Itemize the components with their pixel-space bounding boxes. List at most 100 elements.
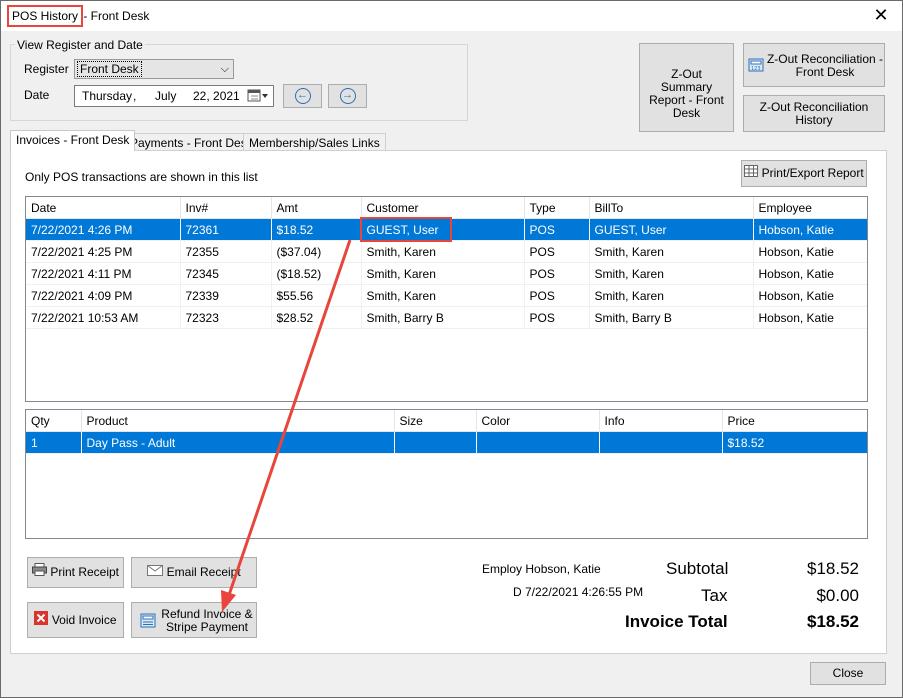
- cell-invoice-number: 72339: [180, 284, 272, 307]
- subtotal-label: Subtotal: [666, 559, 729, 578]
- arrow-right-icon: →: [339, 88, 356, 104]
- cell-type: POS: [524, 306, 590, 329]
- cell-amount: $18.52: [271, 218, 362, 241]
- date-day-year[interactable]: 22, 2021: [193, 89, 240, 103]
- cell-date: 7/22/2021 4:11 PM: [26, 262, 181, 285]
- title-bar: POS History - Front Desk ✕: [1, 1, 902, 31]
- void-invoice-label: Void Invoice: [51, 613, 117, 627]
- cell-date: 7/22/2021 10:53 AM: [26, 306, 181, 329]
- zout-reconciliation-button[interactable]: 123 Z-Out Reconciliation - Front Desk: [743, 43, 885, 87]
- cell-amount: ($18.52): [271, 262, 362, 285]
- cell-info: [599, 431, 723, 454]
- register-select[interactable]: Front Desk ⌵: [74, 59, 234, 79]
- refund-invoice-stripe-button[interactable]: Refund Invoice & Stripe Payment: [131, 602, 257, 638]
- cell-employee: Hobson, Katie: [753, 218, 867, 241]
- invoice-total-value: $18.52: [807, 612, 859, 631]
- col-header-employee[interactable]: Employee: [753, 197, 867, 219]
- col-header-date[interactable]: Date: [26, 197, 181, 219]
- tax-value: $0.00: [816, 586, 859, 605]
- view-register-group: [10, 44, 468, 121]
- invoice-row[interactable]: 7/22/2021 10:53 AM 72323 $28.52 Smith, B…: [26, 306, 867, 329]
- col-header-info[interactable]: Info: [599, 410, 723, 432]
- cell-date: 7/22/2021 4:09 PM: [26, 284, 181, 307]
- summary-employee: Employ Hobson, Katie: [482, 562, 601, 576]
- col-header-amount[interactable]: Amt: [271, 197, 362, 219]
- cell-customer: Smith, Karen: [361, 262, 525, 285]
- print-export-report-button[interactable]: Print/Export Report: [741, 160, 867, 187]
- col-header-customer[interactable]: Customer: [361, 197, 525, 219]
- zout-reconciliation-history-button[interactable]: Z-Out Reconciliation History: [743, 95, 885, 132]
- cell-date: 7/22/2021 4:26 PM: [26, 218, 181, 241]
- print-receipt-label: Print Receipt: [50, 565, 120, 579]
- tab-invoices[interactable]: Invoices - Front Desk: [10, 130, 136, 151]
- col-header-type[interactable]: Type: [524, 197, 590, 219]
- invoice-row[interactable]: 7/22/2021 4:11 PM 72345 ($18.52) Smith, …: [26, 262, 867, 285]
- invoice-total-label: Invoice Total: [625, 612, 728, 631]
- void-x-icon: [34, 604, 49, 638]
- printer-icon: [31, 558, 47, 587]
- refund-label-line2: Stripe Payment: [165, 620, 249, 634]
- cell-employee: Hobson, Katie: [753, 306, 867, 329]
- cell-billto: Smith, Barry B: [589, 306, 754, 329]
- svg-text:123: 123: [751, 66, 761, 72]
- zout-reconciliation-history-label: Z-Out Reconciliation History: [759, 100, 869, 127]
- cell-type: POS: [524, 284, 590, 307]
- next-date-button[interactable]: →: [328, 84, 367, 108]
- cell-type: POS: [524, 240, 590, 263]
- zout-summary-button[interactable]: Z-Out Summary Report - Front Desk: [639, 43, 734, 132]
- print-export-report-label: Print/Export Report: [761, 166, 864, 180]
- cell-customer: Smith, Barry B: [361, 306, 525, 329]
- cell-amount: $28.52: [271, 306, 362, 329]
- chevron-down-icon: ⌵: [220, 63, 229, 75]
- cell-billto: Smith, Karen: [589, 262, 754, 285]
- col-header-color[interactable]: Color: [476, 410, 600, 432]
- zout-reconciliation-label-line2: Front Desk: [795, 65, 855, 79]
- cell-type: POS: [524, 218, 590, 241]
- col-header-invoice-number[interactable]: Inv#: [180, 197, 272, 219]
- register-select-value: Front Desk: [77, 61, 142, 77]
- cell-employee: Hobson, Katie: [753, 284, 867, 307]
- cell-color: [476, 431, 600, 454]
- zout-summary-label: Z-Out Summary Report - Front Desk: [649, 67, 724, 120]
- zout-reconciliation-label-line1: Z-Out Reconciliation -: [766, 52, 884, 66]
- register-label: Register: [24, 62, 69, 76]
- date-label: Date: [24, 88, 50, 102]
- window-title-highlight: POS History: [6, 5, 84, 27]
- col-header-billto[interactable]: BillTo: [589, 197, 754, 219]
- cell-type: POS: [524, 262, 590, 285]
- arrow-left-icon: ←: [294, 88, 311, 104]
- col-header-size[interactable]: Size: [394, 410, 477, 432]
- calendar-icon[interactable]: [247, 88, 269, 103]
- close-window-icon[interactable]: ✕: [870, 4, 892, 26]
- invoice-row[interactable]: 7/22/2021 4:09 PM 72339 $55.56 Smith, Ka…: [26, 284, 867, 307]
- cell-customer: Smith, Karen: [361, 284, 525, 307]
- view-register-group-label: View Register and Date: [15, 38, 145, 52]
- date-picker[interactable]: Thursday , July 22, 2021: [74, 85, 274, 107]
- subtotal-value: $18.52: [807, 559, 859, 578]
- window-title: POS History - Front Desk: [6, 5, 149, 27]
- invoice-items-grid: Qty Product Size Color Info Price 1 Day …: [25, 409, 868, 539]
- col-header-price[interactable]: Price: [722, 410, 867, 432]
- invoices-header-row: Date Inv# Amt Customer Type BillTo Emplo…: [26, 197, 867, 219]
- date-separator: ,: [133, 89, 137, 103]
- cell-price: $18.52: [722, 431, 867, 454]
- invoice-row[interactable]: 7/22/2021 4:25 PM 72355 ($37.04) Smith, …: [26, 240, 867, 263]
- close-button[interactable]: Close: [810, 662, 886, 685]
- cell-employee: Hobson, Katie: [753, 240, 867, 263]
- col-header-product[interactable]: Product: [81, 410, 395, 432]
- date-month[interactable]: July: [155, 89, 176, 103]
- refund-register-icon: [140, 613, 156, 631]
- customer-highlight-annotation: [360, 217, 452, 242]
- print-receipt-button[interactable]: Print Receipt: [27, 557, 124, 588]
- pos-only-notice: Only POS transactions are shown in this …: [25, 170, 258, 184]
- date-weekday[interactable]: Thursday: [82, 89, 132, 103]
- cell-billto: Smith, Karen: [589, 240, 754, 263]
- email-receipt-button[interactable]: Email Receipt: [131, 557, 257, 588]
- envelope-icon: [147, 558, 164, 587]
- void-invoice-button[interactable]: Void Invoice: [27, 602, 124, 638]
- col-header-qty[interactable]: Qty: [26, 410, 82, 432]
- item-row[interactable]: 1 Day Pass - Adult $18.52: [26, 431, 867, 454]
- refund-invoice-label: Refund Invoice & Stripe Payment: [159, 608, 255, 634]
- summary-date: D 7/22/2021 4:26:55 PM: [513, 585, 644, 599]
- previous-date-button[interactable]: ←: [283, 84, 322, 108]
